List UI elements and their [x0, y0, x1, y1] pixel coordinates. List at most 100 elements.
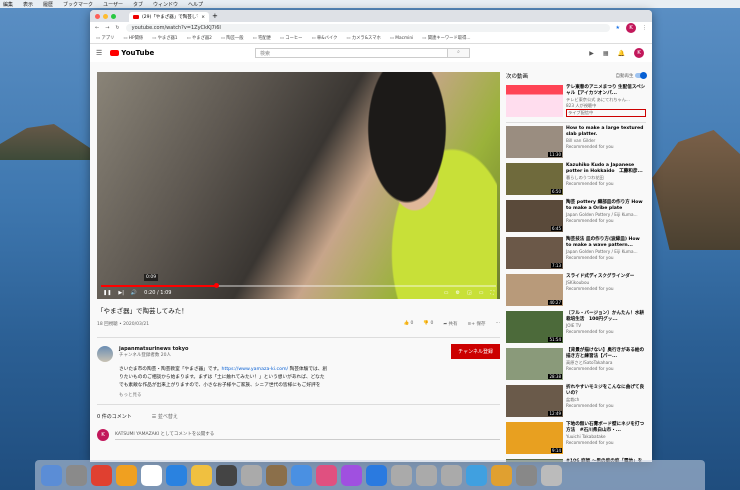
bookmark-star-icon[interactable]: ★ — [616, 25, 620, 31]
bookmark-folder[interactable]: コーヒー — [280, 35, 302, 41]
recommended-video-item[interactable]: 6:45 陶芸 pottery 織部皿の作り方 How to make a Ori… — [506, 200, 646, 234]
profile-avatar[interactable]: K — [626, 22, 636, 33]
autoplay-toggle[interactable] — [635, 72, 647, 79]
dock-app-icon[interactable] — [416, 464, 437, 486]
dock-app-icon[interactable] — [91, 464, 112, 486]
recommended-video-item[interactable]: 40:27 スライド式ディスクグラインダー JSKikoubou Recommende… — [506, 274, 646, 308]
volume-icon[interactable]: 🔊 — [131, 290, 137, 296]
share-button[interactable]: ➦ 共有 — [443, 321, 457, 327]
settings-gear-icon[interactable]: ⚙ — [456, 290, 460, 296]
menu-bookmarks[interactable]: ブックマーク — [63, 1, 93, 8]
bookmark-folder[interactable]: やまざ器2 — [187, 35, 212, 41]
recommended-video-item[interactable]: 9:14 下地の無い石膏ボード壁にネジを打つ方法 #石川県白山市・... Yuuic… — [506, 422, 646, 456]
channel-avatar[interactable] — [97, 346, 113, 362]
minimize-window-button[interactable] — [103, 13, 108, 19]
bookmark-folder[interactable]: やまざ器1 — [152, 35, 178, 41]
notifications-bell-icon[interactable]: 🔔 — [618, 50, 625, 57]
more-menu-icon[interactable]: ⋮ — [642, 25, 647, 31]
dock-app-icon[interactable] — [441, 464, 462, 486]
bookmark-folder[interactable]: 陶芸一般 — [221, 35, 243, 41]
dock-app-icon[interactable] — [116, 464, 137, 486]
pause-icon[interactable]: ❚❚ — [103, 290, 111, 296]
dock-app-icon[interactable] — [366, 464, 387, 486]
hamburger-menu-icon[interactable]: ☰ — [96, 49, 102, 57]
youtube-logo[interactable]: YouTube — [110, 49, 154, 57]
sort-button[interactable]: ☰ 並べ替え — [152, 413, 178, 420]
fullscreen-icon[interactable]: ⛶ — [490, 290, 494, 296]
bookmark-folder[interactable]: カメラ&スマホ — [346, 35, 381, 41]
theater-mode-icon[interactable]: ▭ — [479, 290, 484, 296]
forward-icon[interactable]: → — [105, 25, 109, 31]
dock-app-icon[interactable] — [291, 464, 312, 486]
dock-app-icon[interactable] — [541, 464, 562, 486]
dock-app-icon[interactable] — [391, 464, 412, 486]
menu-user[interactable]: ユーザー — [103, 1, 123, 8]
live-video-item[interactable]: テレ東春のアニメまつり 生配信スペシャル【アイカツオンパ... テレビ東京公式 あ… — [506, 85, 646, 123]
dock-app-icon[interactable] — [41, 464, 62, 486]
bookmark-folder[interactable]: 宅配便 — [253, 35, 271, 41]
dock-app-icon[interactable] — [266, 464, 287, 486]
recommended-video-item[interactable]: 51:54 〔フル・バージョン〕かんたん！水耕栽培生活 100円グッ... JOIE… — [506, 311, 646, 345]
create-video-icon[interactable]: ▶ — [589, 50, 594, 57]
comment-input[interactable]: KATSUMI YAMAZAKI としてコメントを公開する — [115, 431, 500, 440]
browser-tab[interactable]: (29)「やまざ器」で陶芸してみた！ × — [129, 12, 209, 22]
bookmark-folder[interactable]: Macmini — [390, 36, 413, 41]
dock-app-icon[interactable] — [191, 464, 212, 486]
like-button[interactable]: 👍 0 — [403, 321, 413, 327]
progress-bar[interactable] — [101, 283, 496, 288]
recommended-video-item[interactable]: 28:38 【背景が描けない】奥行きがある絵の描き方と練習法【パー... 高原さと/… — [506, 348, 646, 382]
miniplayer-icon[interactable]: ◲ — [467, 290, 472, 296]
description-link[interactable]: https://www.yamaza-ki.com/ — [222, 367, 289, 372]
save-label: 保存 — [476, 322, 486, 327]
video-thumbnail: 12:49 — [506, 385, 563, 417]
close-tab-icon[interactable]: × — [201, 15, 205, 20]
bookmark-link[interactable]: 関連キーワード取得... — [422, 35, 471, 41]
url-text: youtube.com/watch?v=1ZyCkKJ7i6I — [131, 24, 221, 31]
subtitles-icon[interactable]: ▭ — [444, 290, 449, 296]
apps-grid-icon[interactable]: ▦ — [603, 50, 609, 57]
save-button[interactable]: ≡+ 保存 — [468, 321, 486, 327]
dock-app-icon[interactable] — [516, 464, 537, 486]
dock-app-icon[interactable] — [241, 464, 262, 486]
menu-view[interactable]: 表示 — [23, 1, 33, 8]
zoom-window-button[interactable] — [111, 13, 116, 19]
menu-help[interactable]: ヘルプ — [188, 1, 203, 8]
menu-tab[interactable]: タブ — [133, 1, 143, 8]
dock-app-icon[interactable] — [491, 464, 512, 486]
menu-window[interactable]: ウィンドウ — [153, 1, 178, 8]
user-avatar[interactable]: K — [634, 48, 644, 58]
scrubber-handle[interactable] — [213, 283, 219, 288]
bookmark-apps[interactable]: アプリ — [96, 35, 114, 41]
dock-app-icon[interactable] — [341, 464, 362, 486]
reload-icon[interactable]: ↻ — [115, 25, 119, 31]
menu-history[interactable]: 履歴 — [43, 1, 53, 8]
dislike-button[interactable]: 👎 0 — [423, 321, 433, 327]
recommendation-note: Recommended for you — [566, 440, 614, 445]
show-more-link[interactable]: もっと見る — [119, 392, 500, 398]
subscribe-button[interactable]: チャンネル登録 — [451, 344, 500, 359]
dock-app-icon[interactable] — [466, 464, 487, 486]
recommended-video-item[interactable]: 12:49 折れやすいモミジをこんなに曲げて良いの？ 盆栽ch Recommended… — [506, 385, 646, 419]
new-tab-button[interactable]: + — [212, 12, 218, 20]
more-actions-icon[interactable]: ⋯ — [496, 321, 501, 327]
search-input[interactable]: 検索 ⌕ — [255, 48, 470, 58]
menu-edit[interactable]: 編集 — [3, 1, 13, 8]
url-input[interactable]: youtube.com/watch?v=1ZyCkKJ7i6I — [125, 23, 610, 32]
dock-app-icon[interactable] — [166, 464, 187, 486]
dock-app-icon[interactable] — [316, 464, 337, 486]
bookmark-folder[interactable]: 車&バイク — [311, 35, 337, 41]
back-icon[interactable]: ← — [95, 25, 99, 31]
close-window-button[interactable] — [95, 13, 100, 19]
video-thumbnail: 7:13 — [506, 237, 563, 269]
dock-app-icon[interactable] — [216, 464, 237, 486]
dock-app-icon[interactable] — [66, 464, 87, 486]
recommended-video-item[interactable]: 11:30 How to make a large textured slab p… — [506, 126, 646, 160]
next-icon[interactable]: ▶| — [118, 290, 124, 296]
desc-text: さいたま市の陶芸・陶芸教室「やまざ器」です。 — [119, 367, 222, 372]
bookmark-folder[interactable]: HP関係 — [123, 35, 143, 41]
recommended-video-item[interactable]: 6:50 Kazuhiko Kudo a Japanese potter in H… — [506, 163, 646, 197]
recommended-video-item[interactable]: 7:13 陶芸技法 皿の作り方(波縁皿) How to make a wave p… — [506, 237, 646, 271]
dock-app-icon[interactable] — [141, 464, 162, 486]
video-player[interactable]: 0:09 ❚❚ ▶| 🔊 0:20 / 1:09 ▭ ⚙ ◲ ▭ ⛶ — [97, 72, 500, 299]
search-icon[interactable]: ⌕ — [447, 49, 469, 57]
